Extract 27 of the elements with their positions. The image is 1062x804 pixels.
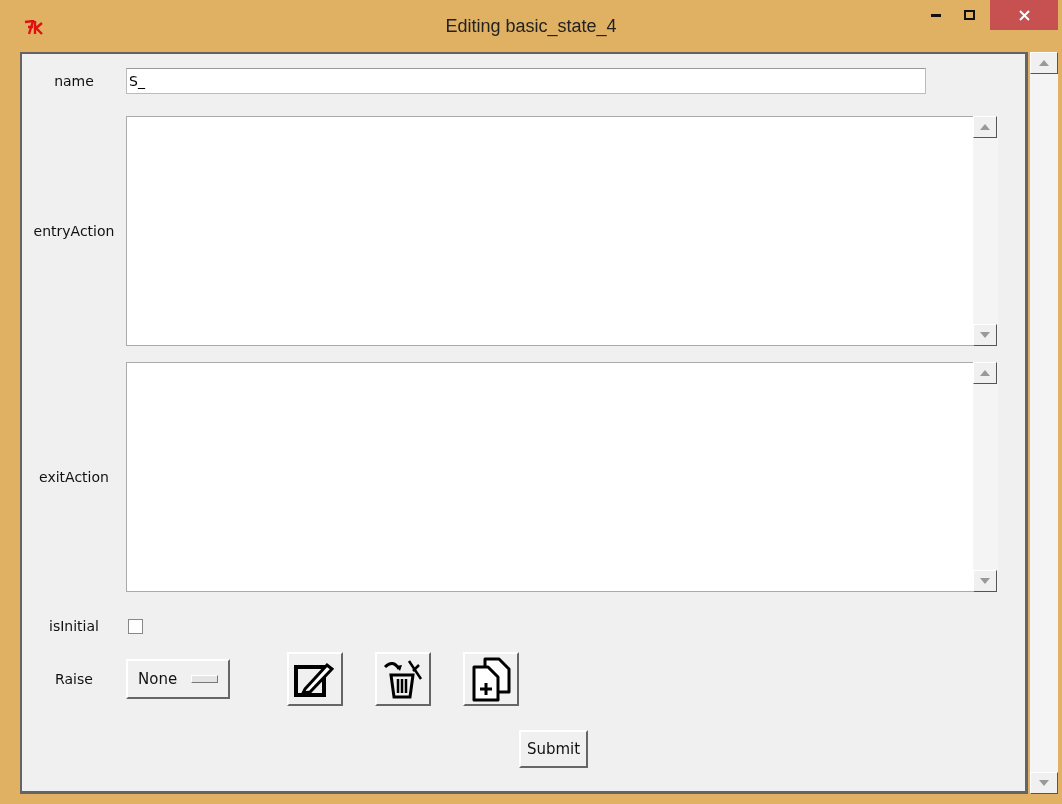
close-icon [1018,9,1030,21]
field-label: name [53,73,95,89]
raise-dropdown[interactable]: None [126,659,230,699]
scrollbar[interactable] [973,116,998,346]
edit-button[interactable] [287,652,343,706]
delete-button[interactable] [375,652,431,706]
scroll-up-icon [980,124,990,130]
field-label: entryAction [32,223,116,239]
field-label: exitAction [38,469,110,485]
window-title: Editing basic_state_4 [445,16,617,37]
duplicate-button[interactable] [463,652,519,706]
name-field[interactable]: S_ [126,68,926,94]
minimize-icon[interactable] [931,13,941,17]
submit-button[interactable]: Submit [518,730,589,768]
scroll-down-icon [980,578,990,584]
field-label: isInitial [48,618,100,634]
scrollbar[interactable] [1030,52,1058,794]
scroll-down-icon [980,332,990,338]
scroll-down-icon [1039,780,1049,786]
checkbox[interactable] [128,618,143,634]
scrollbar[interactable] [973,362,998,592]
scroll-up-icon [980,370,990,376]
close-button[interactable] [990,0,1058,30]
field-label: Raise [54,671,94,687]
app-icon [24,20,44,36]
maximize-icon[interactable] [963,10,975,20]
scroll-up-icon [1039,60,1049,66]
